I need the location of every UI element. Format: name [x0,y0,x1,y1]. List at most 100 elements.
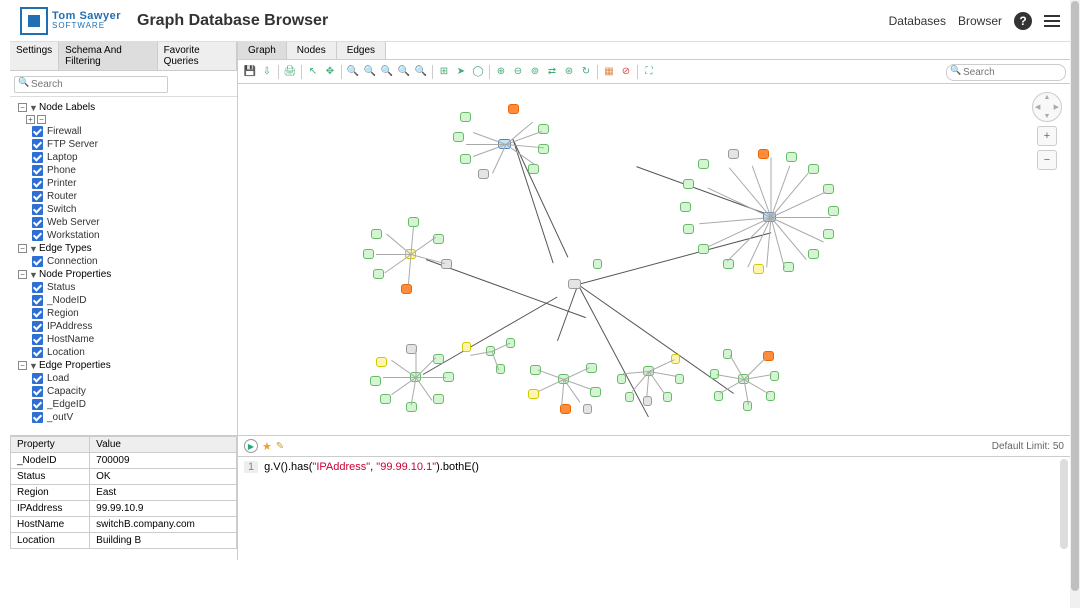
graph-node[interactable] [786,152,797,162]
collapse-icon[interactable]: − [18,244,27,253]
zoom-reset-icon[interactable]: 🔍 [413,64,429,80]
schema-search-input[interactable] [14,76,168,93]
filter-icon[interactable]: ⊛ [561,64,577,80]
graph-node[interactable] [408,217,419,227]
graph-node[interactable] [363,249,374,259]
tree-item[interactable]: Workstation [26,229,235,242]
favorite-icon[interactable]: ★ [262,440,272,453]
tree-item[interactable]: _outV [26,411,235,424]
graph-node[interactable] [583,404,592,414]
checkbox-checked-icon[interactable] [32,152,43,163]
tree-item[interactable]: Status [26,281,235,294]
tree-item[interactable]: Firewall [26,125,235,138]
tree-item[interactable]: Laptop [26,151,235,164]
checkbox-checked-icon[interactable] [32,373,43,384]
graph-node[interactable] [728,149,739,159]
menu-icon[interactable] [1044,15,1060,27]
table-row[interactable]: IPAddress99.99.10.9 [11,501,237,517]
checkbox-checked-icon[interactable] [32,308,43,319]
query-scrollbar[interactable] [1060,459,1068,549]
tab-schema-filtering[interactable]: Schema And Filtering [59,42,157,70]
graph-node[interactable] [617,374,626,384]
prop-header-key[interactable]: Property [11,437,90,453]
compass-icon[interactable]: ▲▼▶◀ [1032,92,1062,122]
tree-item[interactable]: _NodeID [26,294,235,307]
graph-node[interactable] [460,154,471,164]
checkbox-checked-icon[interactable] [32,139,43,150]
graph-search-input[interactable] [946,64,1066,81]
chevron-down-icon[interactable]: ▼ [29,361,39,371]
graph-node[interactable] [370,376,381,386]
expand-icon[interactable]: + [26,115,35,124]
tree-item[interactable]: HostName [26,333,235,346]
settings-icon[interactable]: ⛶ [641,64,657,80]
checkbox-checked-icon[interactable] [32,347,43,358]
table-row[interactable]: LocationBuilding B [11,533,237,549]
checkbox-checked-icon[interactable] [32,217,43,228]
help-icon[interactable]: ? [1014,12,1032,30]
tree-item[interactable]: Location [26,346,235,359]
graph-node[interactable] [433,394,444,404]
tab-nodes[interactable]: Nodes [287,42,337,59]
graph-node[interactable] [460,112,471,122]
collapse-node-icon[interactable]: ⊖ [510,64,526,80]
checkbox-checked-icon[interactable] [32,178,43,189]
wand-icon[interactable]: ✎ [276,441,284,452]
tree-item[interactable]: Switch [26,203,235,216]
tab-edges[interactable]: Edges [337,42,386,59]
graph-node[interactable] [680,202,691,212]
graph-node[interactable] [753,264,764,274]
export-icon[interactable]: ⇩ [259,64,275,80]
cursor-icon[interactable]: ➤ [453,64,469,80]
checkbox-checked-icon[interactable] [32,256,43,267]
graph-node[interactable] [808,164,819,174]
tree-group-edge-properties[interactable]: − ▼ Edge Properties [12,359,235,372]
checkbox-checked-icon[interactable] [32,295,43,306]
graph-node[interactable] [401,284,412,294]
table-row[interactable]: HostNameswitchB.company.com [11,517,237,533]
layout-tree-icon[interactable]: ⊞ [436,64,452,80]
tab-favorite-queries[interactable]: Favorite Queries [158,42,237,70]
delete-icon[interactable]: ⊘ [618,64,634,80]
print-icon[interactable]: 🖨 [282,64,298,80]
tree-item[interactable]: Phone [26,164,235,177]
tree-item[interactable]: Router [26,190,235,203]
graph-node[interactable] [770,371,779,381]
zoom-in-button[interactable]: + [1037,126,1057,146]
graph-node[interactable] [441,259,452,269]
layout-circular-icon[interactable]: ◯ [470,64,486,80]
zoom-in-icon[interactable]: 🔍 [345,64,361,80]
checkbox-checked-icon[interactable] [32,165,43,176]
checkbox-checked-icon[interactable] [32,321,43,332]
tab-settings[interactable]: Settings [10,42,59,70]
tree-item[interactable]: FTP Server [26,138,235,151]
graph-node[interactable] [478,169,489,179]
collapse-icon[interactable]: − [37,115,46,124]
graph-node[interactable] [758,149,769,159]
tree-item[interactable]: Printer [26,177,235,190]
pan-icon[interactable]: ✥ [322,64,338,80]
graph-node[interactable] [683,224,694,234]
expand-node-icon[interactable]: ⊕ [493,64,509,80]
checkbox-checked-icon[interactable] [32,386,43,397]
graph-node[interactable] [683,179,694,189]
run-query-button[interactable]: ▶ [244,439,258,453]
chevron-down-icon[interactable]: ▼ [29,270,39,280]
collapse-icon[interactable]: − [18,270,27,279]
scrollbar-thumb[interactable] [1071,1,1079,591]
refresh-icon[interactable]: ↻ [578,64,594,80]
schema-tree[interactable]: − ▼ Node Labels + − Firewall FTP Server … [10,97,237,435]
tree-group-node-properties[interactable]: − ▼ Node Properties [12,268,235,281]
neighbors-icon[interactable]: ⊚ [527,64,543,80]
checkbox-checked-icon[interactable] [32,230,43,241]
add-icon[interactable]: ▦ [601,64,617,80]
graph-node[interactable] [625,392,634,402]
collapse-icon[interactable]: − [18,103,27,112]
tree-expand-row[interactable]: + − [12,114,235,125]
graph-node[interactable] [808,249,819,259]
tree-item[interactable]: Load [26,372,235,385]
nav-browser[interactable]: Browser [958,14,1002,28]
graph-node[interactable] [528,164,539,174]
graph-node[interactable] [538,144,549,154]
tree-item[interactable]: Connection [26,255,235,268]
